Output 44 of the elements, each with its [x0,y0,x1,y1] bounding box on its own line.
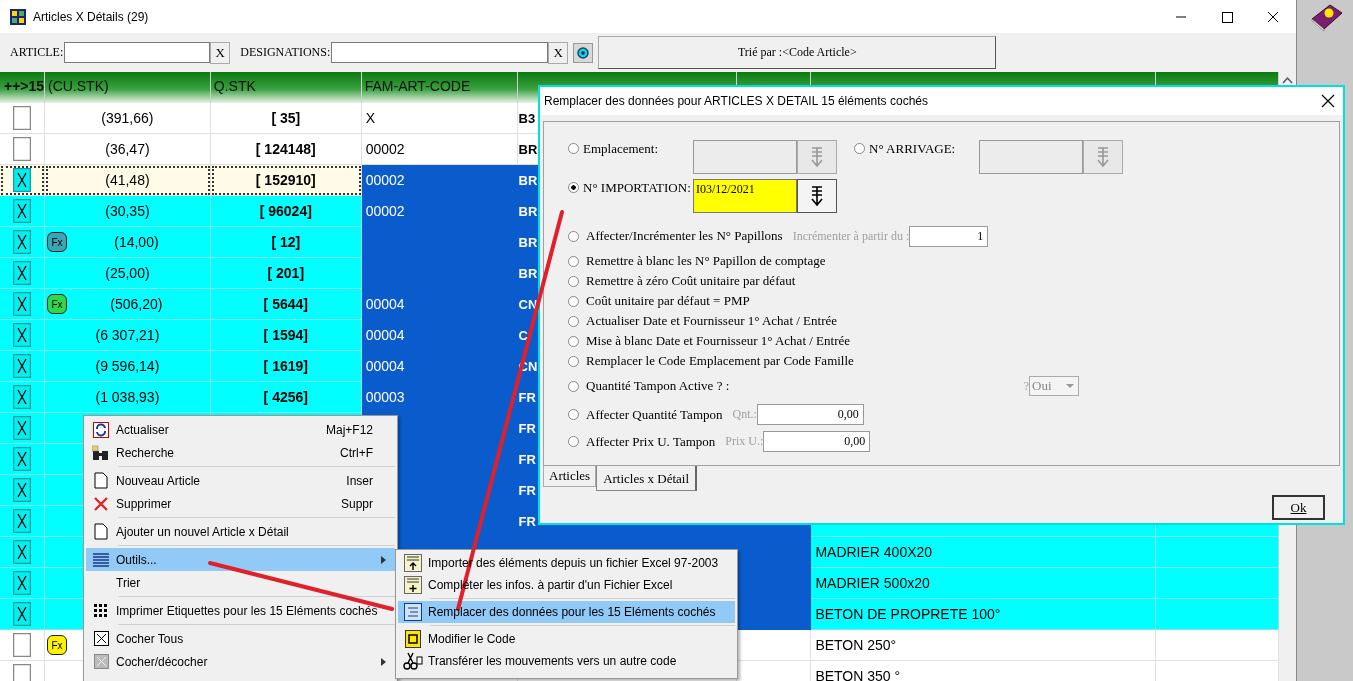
table-cell: (30,35) [44,196,211,227]
article-label: ARTICLE: [10,45,64,60]
table-cell: MADRIER 500x20 [811,568,1157,599]
option-label: Emplacement: [583,140,660,157]
hint-label: Incrémenter à partir du : [792,228,910,244]
table-cell: [ 96024] [210,196,362,227]
table-cell: (25,00) [44,258,211,289]
table-cell: (1 038,93) [44,382,211,413]
fx-badge: Fx [46,232,67,252]
table-cell: [ 124148] [210,134,362,165]
table-cell: (9 596,14) [44,351,211,382]
table-cell: (41,48) [44,165,211,196]
table-cell: 00002 [361,165,518,196]
table-cell: [ 152910] [210,165,362,196]
fx-badge: Fx [46,635,67,655]
table-cell: 00002 [361,134,518,165]
table-cell: 00004 [361,320,518,351]
table-cell: [ 1619] [210,351,362,382]
window-title: Articles X Détails (29) [33,9,149,24]
table-cell: 00002 [361,196,518,227]
table-cell: (6 307,21) [44,320,211,351]
table-cell: [ 12] [210,227,362,258]
option-label: N° IMPORTATION: [583,179,692,196]
table-cell: X [361,103,518,134]
table-cell: BETON 350 ° [811,661,1157,681]
designations-label: DESIGNATIONS: [240,45,331,60]
table-cell: MADRIER 400X20 [811,537,1157,568]
table-cell: [ 35] [210,103,362,134]
table-cell: Fx (14,00) [44,227,211,258]
table-cell: 00004 [361,289,518,320]
fx-badge: Fx [46,294,67,314]
hint-label: ? [1023,378,1029,394]
table-cell: [ 201] [210,258,362,289]
table-cell: [ 5644] [210,289,362,320]
option-label: N° ARRIVAGE: [869,140,957,157]
table-cell: (36,47) [44,134,211,165]
table-cell: 00004 [361,351,518,382]
table-cell: [ 1594] [210,320,362,351]
table-cell: Fx (506,20) [44,289,211,320]
table-cell: (391,66) [44,103,211,134]
table-cell: BETON 250° [811,630,1157,661]
table-cell: [ 4256] [210,382,362,413]
table-cell: BETON DE PROPRETE 100° [811,599,1157,630]
table-cell: 00003 [361,382,518,413]
